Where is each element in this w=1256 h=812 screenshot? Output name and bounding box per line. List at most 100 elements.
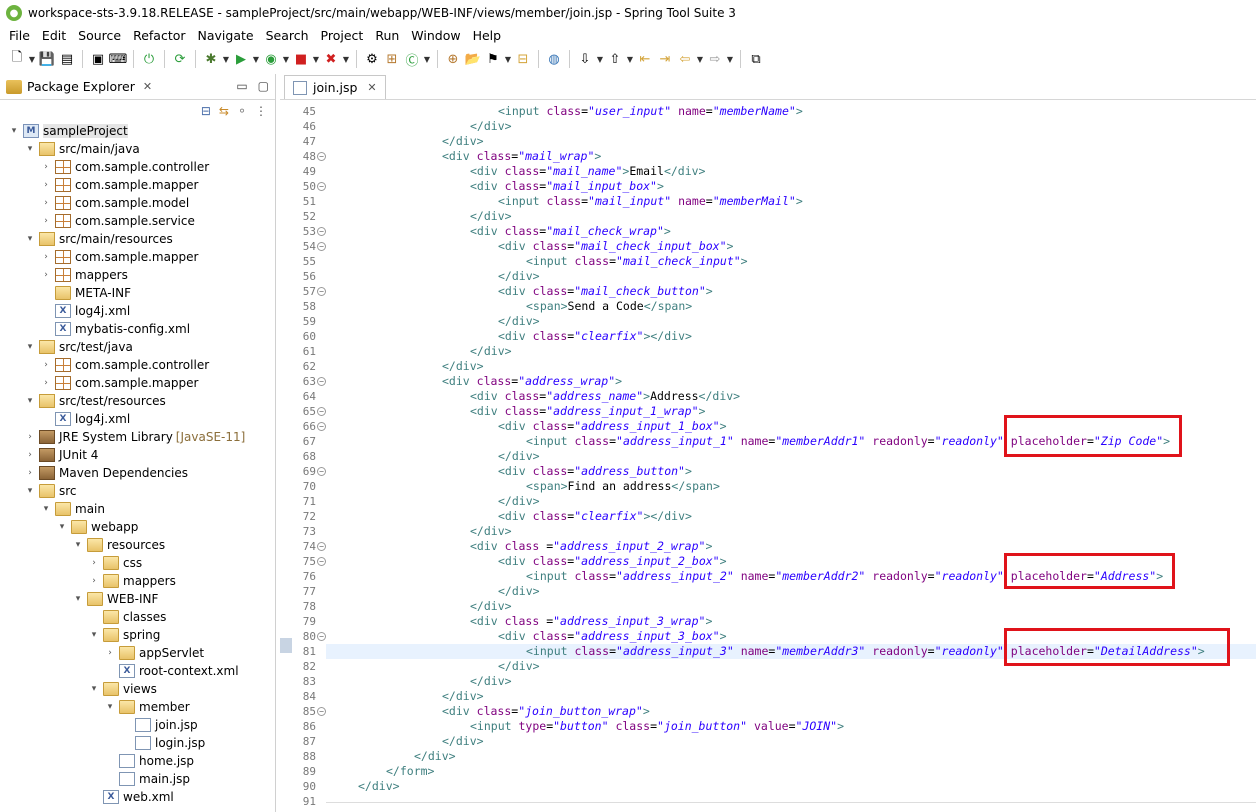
tree-item[interactable]: login.jsp	[0, 734, 276, 752]
next-annotation-icon[interactable]: ⇩	[576, 50, 594, 68]
forward-edit-icon[interactable]: ⇥	[656, 50, 674, 68]
tree-item[interactable]: › com.sample.mapper	[0, 374, 276, 392]
code-line[interactable]: </div>	[326, 119, 1256, 134]
tree-item[interactable]: ▾ src	[0, 482, 276, 500]
chevron-right-icon[interactable]: ›	[40, 269, 52, 281]
chevron-down-icon[interactable]: ▾	[8, 125, 20, 137]
chevron-right-icon[interactable]: ›	[40, 161, 52, 173]
new-icon[interactable]: 🗋	[8, 50, 26, 68]
tree-item[interactable]: › com.sample.mapper	[0, 248, 276, 266]
chevron-down-icon[interactable]: ▾	[104, 701, 116, 713]
open-perspective-icon[interactable]: ⧉	[747, 50, 765, 68]
new-java-project-icon[interactable]: ⚙	[363, 50, 381, 68]
chevron-right-icon[interactable]: ›	[40, 179, 52, 191]
console-icon[interactable]: ▣	[89, 50, 107, 68]
tree-item[interactable]: › JUnit 4	[0, 446, 276, 464]
fold-toggle-icon[interactable]: −	[317, 422, 326, 431]
tree-item[interactable]: › JRE System Library [JavaSE-11]	[0, 428, 276, 446]
next-annotation-dropdown-icon[interactable]: ▼	[596, 50, 604, 68]
fold-toggle-icon[interactable]: −	[317, 182, 326, 191]
tree-item[interactable]: › css	[0, 554, 276, 572]
previous-annotation-dropdown-icon[interactable]: ▼	[626, 50, 634, 68]
tree-item[interactable]: ▾ views	[0, 680, 276, 698]
code-line[interactable]: <div class ="address_input_2_wrap">	[326, 539, 1256, 554]
fold-toggle-icon[interactable]: −	[317, 287, 326, 296]
fold-toggle-icon[interactable]: −	[317, 227, 326, 236]
close-icon[interactable]: ✕	[367, 81, 376, 94]
focus-icon[interactable]: ⚬	[237, 104, 247, 118]
power-icon[interactable]: ⏻	[140, 50, 158, 68]
code-line[interactable]: </div>	[326, 359, 1256, 374]
menu-file[interactable]: File	[4, 28, 35, 43]
new-package-icon[interactable]: ⊞	[383, 50, 401, 68]
chevron-down-icon[interactable]: ▾	[24, 485, 36, 497]
new-class-icon[interactable]: Ⓒ	[403, 50, 421, 69]
new-dropdown-icon[interactable]: ▼	[28, 50, 36, 68]
code-line[interactable]: <div class="address_name">Address</div>	[326, 389, 1256, 404]
code-line[interactable]: <input class="mail_check_input">	[326, 254, 1256, 269]
back-icon[interactable]: ⇦	[676, 50, 694, 68]
code-line[interactable]: </div>	[326, 134, 1256, 149]
code-line[interactable]: </div>	[326, 689, 1256, 704]
code-line[interactable]: <div class="mail_check_wrap">	[326, 224, 1256, 239]
disconnect-icon[interactable]: ✖	[322, 50, 340, 68]
view-menu-icon[interactable]: ⋮	[255, 104, 267, 118]
horizontal-scrollbar[interactable]	[326, 802, 1256, 812]
previous-annotation-icon[interactable]: ⇧	[606, 50, 624, 68]
code-line[interactable]: <div class="mail_input_box">	[326, 179, 1256, 194]
chevron-down-icon[interactable]: ▾	[24, 233, 36, 245]
stop-dropdown-icon[interactable]: ▼	[312, 50, 320, 68]
code-line[interactable]: </form>	[326, 764, 1256, 779]
menu-run[interactable]: Run	[370, 28, 404, 43]
tree-item[interactable]: ▾ src/main/java	[0, 140, 276, 158]
menu-window[interactable]: Window	[406, 28, 465, 43]
chevron-down-icon[interactable]: ▾	[40, 503, 52, 515]
chevron-right-icon[interactable]: ›	[24, 467, 36, 479]
run-icon[interactable]: ▶	[232, 50, 250, 68]
chevron-right-icon[interactable]: ›	[40, 377, 52, 389]
tree-item[interactable]: home.jsp	[0, 752, 276, 770]
chevron-down-icon[interactable]: ▾	[72, 539, 84, 551]
run-server-icon[interactable]: ◉	[262, 50, 280, 68]
menu-source[interactable]: Source	[73, 28, 126, 43]
code-line[interactable]: </div>	[326, 599, 1256, 614]
chevron-right-icon[interactable]: ›	[88, 575, 100, 587]
chevron-down-icon[interactable]: ▾	[24, 341, 36, 353]
tree-item[interactable]: › com.sample.service	[0, 212, 276, 230]
forward-icon[interactable]: ⇨	[706, 50, 724, 68]
menu-navigate[interactable]: Navigate	[193, 28, 259, 43]
collapse-all-icon[interactable]: ⊟	[201, 104, 211, 118]
run-server-dropdown-icon[interactable]: ▼	[282, 50, 290, 68]
tree-item[interactable]: › mappers	[0, 572, 276, 590]
code-line[interactable]: </div>	[326, 734, 1256, 749]
open-task-icon[interactable]: ⊟	[514, 50, 532, 68]
chevron-right-icon[interactable]: ›	[24, 449, 36, 461]
fold-toggle-icon[interactable]: −	[317, 632, 326, 641]
chevron-right-icon[interactable]: ›	[40, 251, 52, 263]
chevron-right-icon[interactable]: ›	[104, 647, 116, 659]
fold-toggle-icon[interactable]: −	[317, 557, 326, 566]
tree-item[interactable]: ▾ src/test/resources	[0, 392, 276, 410]
tree-item[interactable]: ▾ member	[0, 698, 276, 716]
chevron-right-icon[interactable]: ›	[24, 431, 36, 443]
code-line[interactable]: <div class ="address_input_3_wrap">	[326, 614, 1256, 629]
chevron-right-icon[interactable]: ›	[40, 215, 52, 227]
chevron-right-icon[interactable]: ›	[40, 197, 52, 209]
tree-item[interactable]: › appServlet	[0, 644, 276, 662]
disconnect-dropdown-icon[interactable]: ▼	[342, 50, 350, 68]
code-line[interactable]: <div class="mail_name">Email</div>	[326, 164, 1256, 179]
link-with-editor-icon[interactable]: ⇆	[219, 104, 229, 118]
tree-item[interactable]: ▾ src/test/java	[0, 338, 276, 356]
code-line[interactable]: </div>	[326, 779, 1256, 794]
code-line[interactable]: </div>	[326, 344, 1256, 359]
chevron-down-icon[interactable]: ▾	[72, 593, 84, 605]
open-type-icon[interactable]: ⊕	[444, 50, 462, 68]
tree-item[interactable]: › mappers	[0, 266, 276, 284]
code-line[interactable]: <div class="address_button">	[326, 464, 1256, 479]
menu-project[interactable]: Project	[316, 28, 369, 43]
forward-dropdown-icon[interactable]: ▼	[726, 50, 734, 68]
fold-toggle-icon[interactable]: −	[317, 407, 326, 416]
fold-toggle-icon[interactable]: −	[317, 377, 326, 386]
code-line[interactable]: </div>	[326, 674, 1256, 689]
fold-toggle-icon[interactable]: −	[317, 467, 326, 476]
